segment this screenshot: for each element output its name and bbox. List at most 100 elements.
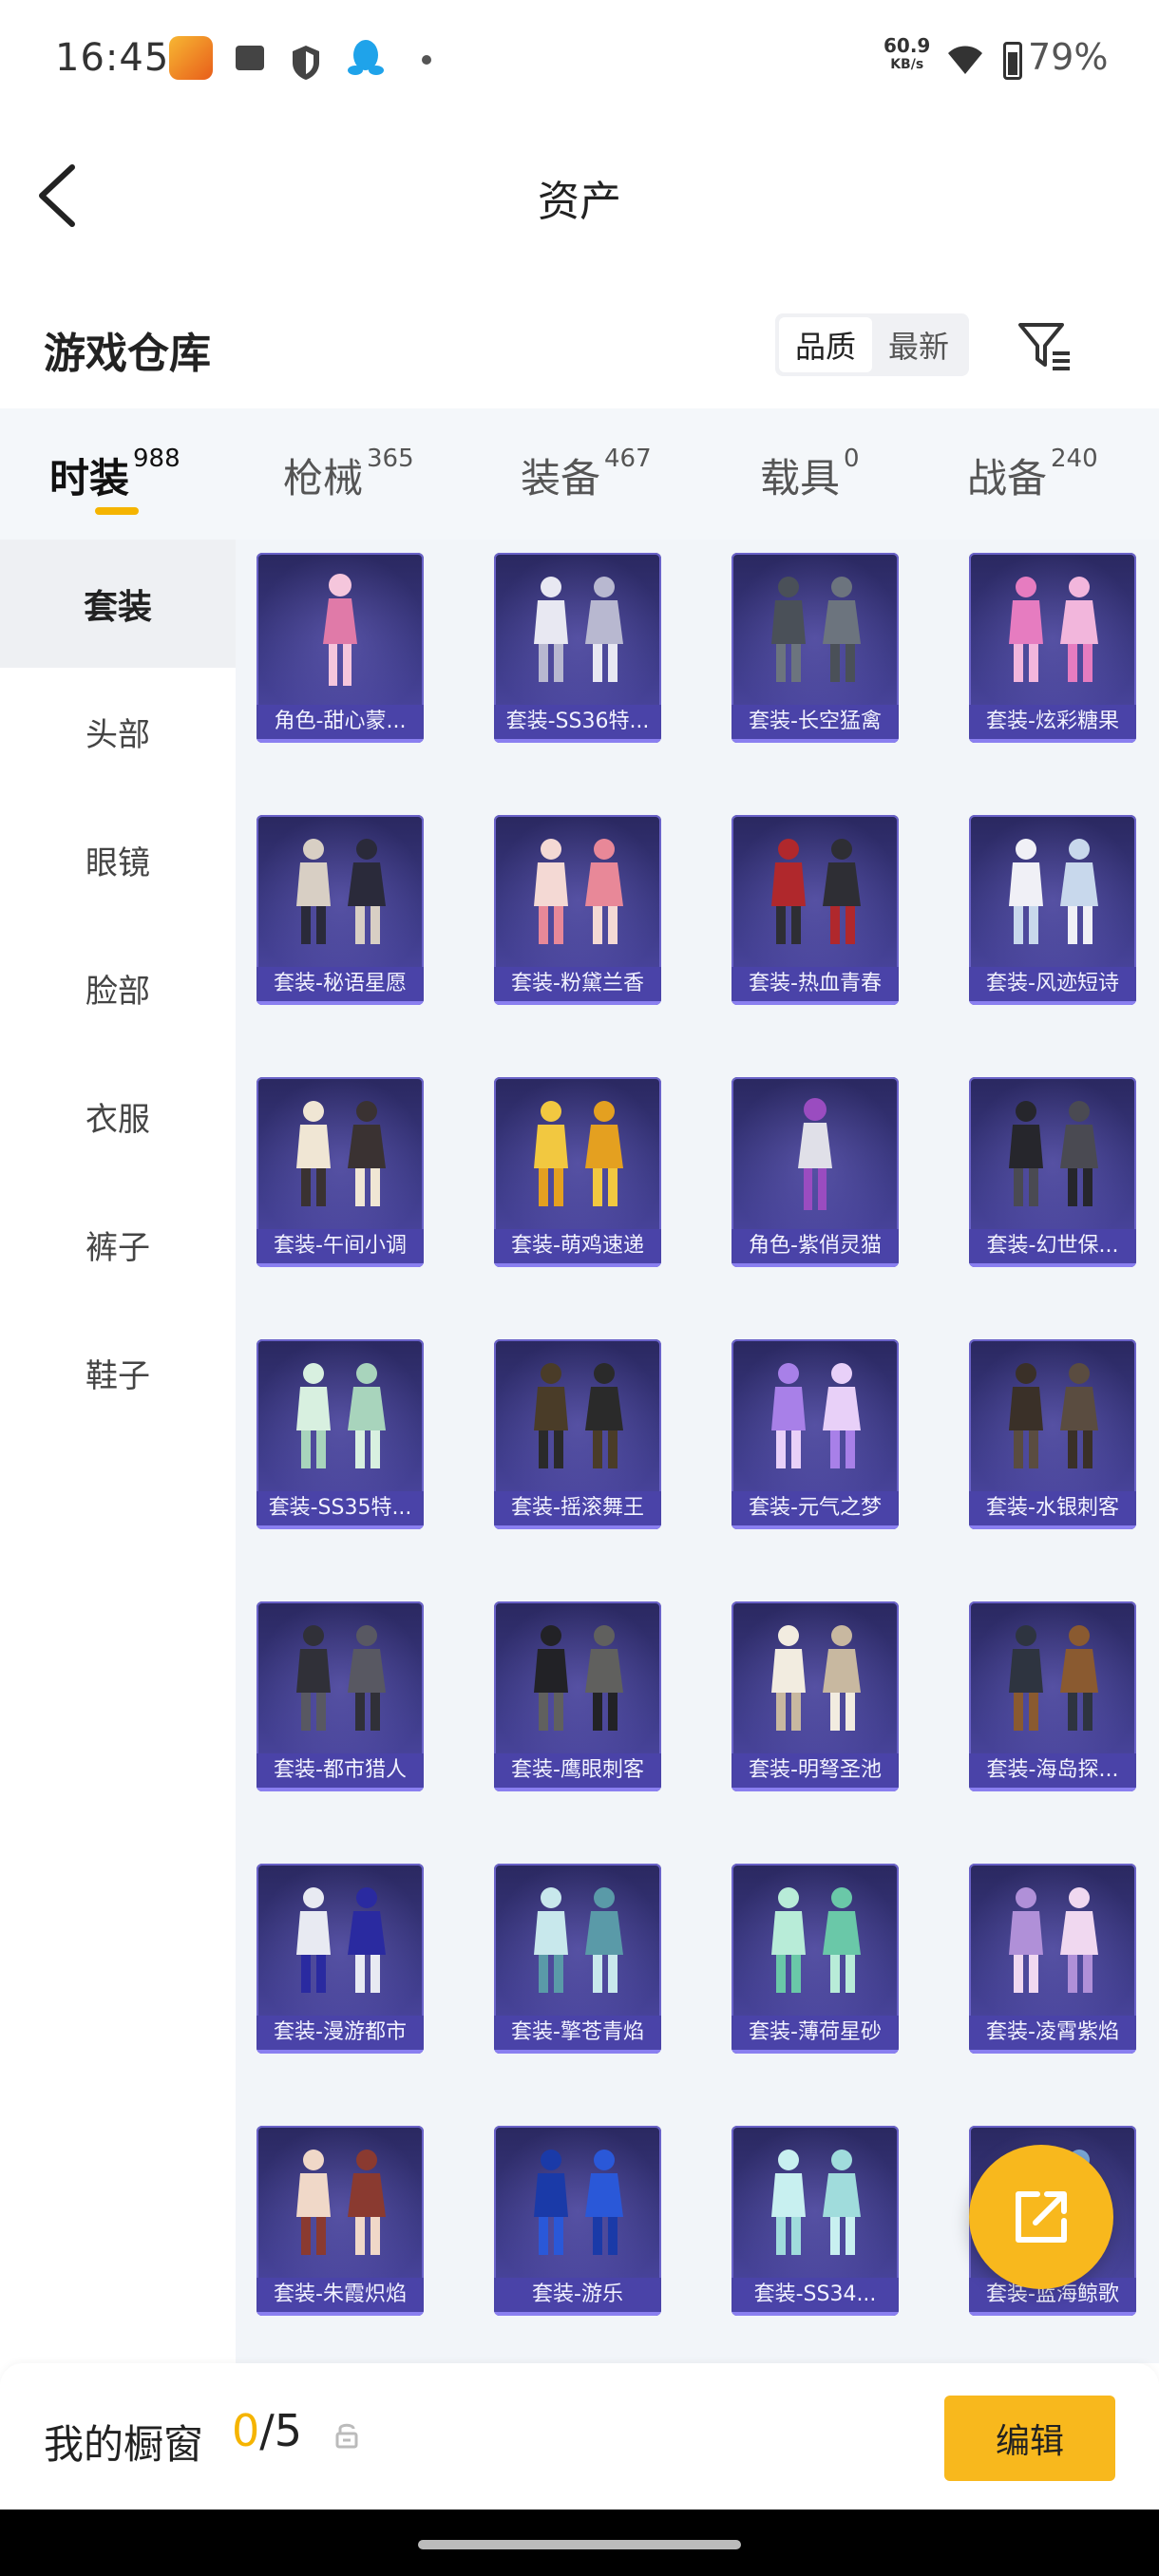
outfit-preview-image: [771, 1363, 861, 1468]
sort-option-newest[interactable]: 最新: [872, 317, 965, 372]
item-card[interactable]: 套装-游乐: [494, 2126, 661, 2316]
outfit-preview-image: [296, 1887, 386, 1993]
section-row: 游戏仓库 品质 最新: [0, 272, 1159, 408]
tab-vehicles[interactable]: 载具 0: [760, 445, 860, 504]
sidebar-item-shoes[interactable]: 鞋子: [0, 1309, 236, 1437]
outfit-preview-image: [534, 839, 623, 944]
tab-count: 240: [1051, 445, 1098, 473]
battery-icon: [1003, 42, 1022, 80]
status-bar: 16:45 60.9 KB/s 79%: [0, 0, 1159, 120]
item-label: 套装-长空猛禽: [732, 705, 899, 739]
item-card[interactable]: 套装-朱霞炽焰: [256, 2126, 424, 2316]
item-label: 套装-热血青春: [732, 967, 899, 1001]
item-card[interactable]: 套装-长空猛禽: [732, 553, 899, 743]
outfit-preview-image: [534, 2150, 623, 2255]
sidebar-item-glasses[interactable]: 眼镜: [0, 796, 236, 924]
item-card[interactable]: 套装-薄荷星砂: [732, 1864, 899, 2054]
network-speed-unit: KB/s: [890, 57, 924, 72]
outfit-preview-image: [771, 577, 861, 682]
tab-fashion[interactable]: 时装 988: [49, 445, 180, 504]
category-tabs: 时装 988 枪械 365 装备 467 载具 0 战备 240: [0, 408, 1159, 540]
item-card[interactable]: 套装-SS35特...: [256, 1339, 424, 1529]
outfit-preview-image: [771, 839, 861, 944]
item-grid: 角色-甜心蒙... 套装-SS36特... 套装-长空猛禽 套装-炫彩糖果套装-秘语星…: [236, 540, 1159, 2363]
item-card[interactable]: 套装-水银刺客: [969, 1339, 1136, 1529]
item-card[interactable]: 套装-漫游都市: [256, 1864, 424, 2054]
item-label: 套装-SS35特...: [256, 1491, 424, 1525]
lock-icon: [335, 2423, 358, 2449]
sidebar-item-face[interactable]: 脸部: [0, 924, 236, 1052]
item-card[interactable]: 套装-热血青春: [732, 815, 899, 1005]
item-label: 套装-薄荷星砂: [732, 2016, 899, 2050]
item-card[interactable]: 角色-甜心蒙...: [256, 553, 424, 743]
item-card[interactable]: 套装-都市猎人: [256, 1601, 424, 1791]
item-card[interactable]: 套装-擎苍青焰: [494, 1864, 661, 2054]
tab-label: 战备: [967, 455, 1048, 502]
item-card[interactable]: 套装-粉黛兰香: [494, 815, 661, 1005]
item-card[interactable]: 套装-幻世保...: [969, 1077, 1136, 1267]
dot-icon: [422, 55, 431, 65]
item-label: 套装-漫游都市: [256, 2016, 424, 2050]
item-card[interactable]: 角色-紫俏灵猫: [732, 1077, 899, 1267]
tab-label: 枪械: [283, 455, 364, 502]
shield-icon: [293, 46, 319, 80]
item-label: 套装-游乐: [494, 2278, 661, 2312]
item-label: 套装-明弩圣池: [732, 1753, 899, 1788]
qq-penguin-icon: [348, 40, 384, 75]
item-card[interactable]: 套装-明弩圣池: [732, 1601, 899, 1791]
sidebar-item-pants[interactable]: 裤子: [0, 1181, 236, 1309]
home-gesture-handle[interactable]: [418, 2540, 741, 2549]
item-label: 套装-鹰眼刺客: [494, 1753, 661, 1788]
item-card[interactable]: 套装-元气之梦: [732, 1339, 899, 1529]
item-card[interactable]: 套装-风迹短诗: [969, 815, 1136, 1005]
item-card[interactable]: 套装-萌鸡速递: [494, 1077, 661, 1267]
outfit-preview-image: [296, 839, 386, 944]
item-label: 套装-粉黛兰香: [494, 967, 661, 1001]
sort-option-quality[interactable]: 品质: [779, 317, 872, 372]
tab-equipment[interactable]: 装备 467: [521, 445, 652, 504]
share-button[interactable]: [969, 2145, 1113, 2289]
item-label: 套装-秘语星愿: [256, 967, 424, 1001]
outfit-preview-image: [323, 574, 357, 686]
item-card[interactable]: 套装-炫彩糖果: [969, 553, 1136, 743]
tab-supplies[interactable]: 战备 240: [967, 445, 1098, 504]
item-card[interactable]: 套装-海岛探...: [969, 1601, 1136, 1791]
wifi-icon: [948, 46, 982, 74]
item-label: 角色-紫俏灵猫: [732, 1229, 899, 1263]
item-card[interactable]: 套装-凌霄紫焰: [969, 1864, 1136, 2054]
showcase-label: 我的橱窗: [44, 2421, 204, 2468]
sidebar-item-head[interactable]: 头部: [0, 668, 236, 796]
item-card[interactable]: 套装-鹰眼刺客: [494, 1601, 661, 1791]
filter-icon[interactable]: [1015, 315, 1075, 376]
sidebar-item-clothes[interactable]: 衣服: [0, 1052, 236, 1181]
app-header: 资产: [0, 120, 1159, 272]
item-card[interactable]: 套装-秘语星愿: [256, 815, 424, 1005]
game-app-icon: [169, 36, 213, 80]
item-label: 套装-幻世保...: [969, 1229, 1136, 1263]
network-speed-value: 60.9: [884, 34, 931, 57]
item-card[interactable]: 套装-摇滚舞王: [494, 1339, 661, 1529]
item-label: 套装-元气之梦: [732, 1491, 899, 1525]
sort-toggle: 品质 最新: [775, 313, 969, 376]
item-card[interactable]: 套装-SS34...: [732, 2126, 899, 2316]
outfit-preview-image: [1009, 1363, 1098, 1468]
showcase-count: 0/5: [232, 2405, 302, 2456]
edit-button[interactable]: 编辑: [944, 2396, 1115, 2481]
item-label: 套装-凌霄紫焰: [969, 2016, 1136, 2050]
item-label: 套装-风迹短诗: [969, 967, 1136, 1001]
sidebar-item-sets[interactable]: 套装: [0, 540, 236, 668]
outfit-preview-image: [771, 1887, 861, 1993]
outfit-preview-image: [534, 1625, 623, 1731]
tab-firearms[interactable]: 枪械 365: [283, 445, 414, 504]
outfit-preview-image: [534, 577, 623, 682]
item-card[interactable]: 套装-SS36特...: [494, 553, 661, 743]
showcase-total: 5: [274, 2405, 303, 2456]
outfit-preview-image: [1009, 1887, 1098, 1993]
item-label: 套装-都市猎人: [256, 1753, 424, 1788]
item-card[interactable]: 套装-午间小调: [256, 1077, 424, 1267]
share-export-icon: [1016, 2191, 1067, 2243]
tab-count: 365: [367, 445, 414, 473]
item-label: 套装-水银刺客: [969, 1491, 1136, 1525]
item-label: 套装-萌鸡速递: [494, 1229, 661, 1263]
system-nav-bar: [0, 2510, 1159, 2576]
